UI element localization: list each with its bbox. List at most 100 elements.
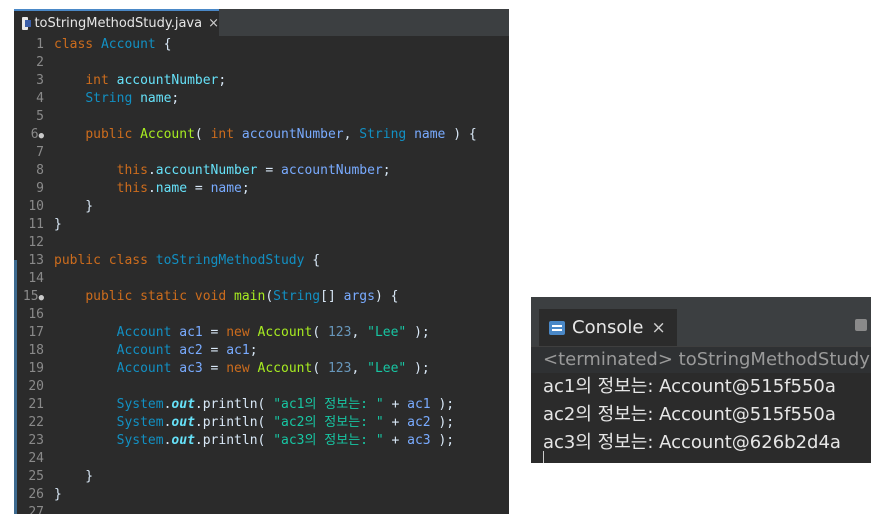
code-line[interactable]: 4 String name; — [14, 90, 509, 108]
line-number: 4 — [36, 91, 44, 106]
code-token: accountNumber — [155, 163, 258, 178]
editor-tab-bar: toStringMethodStudy.java × — [14, 9, 509, 36]
code-token: System — [116, 433, 164, 448]
code-line[interactable]: 23 System.out.println( "ac3의 정보는: " + ac… — [14, 432, 509, 450]
code-line[interactable]: 3 int accountNumber; — [14, 72, 509, 90]
code-line[interactable]: 27 — [14, 504, 509, 514]
code-line[interactable]: 2 — [14, 54, 509, 72]
code-line[interactable]: 8 this.accountNumber = accountNumber; — [14, 162, 509, 180]
code-text: String name; — [54, 90, 179, 108]
code-token: Account — [140, 127, 195, 142]
code-editor[interactable]: toStringMethodStudy.java × 1 class Accoun… — [14, 9, 509, 514]
code-token: public class — [54, 253, 156, 268]
code-line[interactable]: 10 } — [14, 198, 509, 216]
code-token: ; — [249, 343, 258, 358]
code-line[interactable]: 24 — [14, 450, 509, 468]
code-token: new — [226, 325, 258, 340]
code-text: } — [54, 216, 62, 234]
code-token: , — [351, 325, 368, 340]
code-line[interactable]: 21 System.out.println( "ac1의 정보는: " + ac… — [14, 396, 509, 414]
code-text: System.out.println( "ac1의 정보는: " + ac1 )… — [54, 396, 454, 414]
code-line[interactable]: 12 — [14, 234, 509, 252]
code-line[interactable]: 16 — [14, 306, 509, 324]
code-token: .println( — [194, 415, 274, 430]
code-token: name — [414, 127, 446, 142]
code-token: = — [187, 181, 211, 196]
code-line[interactable]: 22 System.out.println( "ac2의 정보는: " + ac… — [14, 414, 509, 432]
code-token: ); — [430, 433, 455, 448]
code-token: [] — [320, 289, 344, 304]
code-line[interactable]: 7 — [14, 144, 509, 162]
code-line[interactable]: 20 — [14, 378, 509, 396]
code-line[interactable]: 17 Account ac1 = new Account( 123, "Lee"… — [14, 324, 509, 342]
console-tab-title: Console — [572, 317, 644, 338]
code-token: "ac1의 정보는: " — [273, 397, 384, 412]
code-line[interactable]: 9 this.name = name; — [14, 180, 509, 198]
code-token: public static void — [85, 289, 235, 304]
line-number: 25 — [28, 469, 44, 484]
code-text: this.accountNumber = accountNumber; — [54, 162, 391, 180]
code-token: = — [202, 361, 227, 376]
code-token: ); — [430, 397, 455, 412]
code-token: out — [171, 415, 195, 430]
code-token: "ac3의 정보는: " — [273, 433, 384, 448]
code-token: name — [210, 181, 242, 196]
code-line[interactable]: 15● public static void main(String[] arg… — [14, 288, 509, 306]
minimize-icon[interactable] — [855, 319, 867, 331]
code-token: Account — [257, 325, 313, 340]
console-tab[interactable]: Console × — [539, 309, 677, 346]
line-number: 16 — [28, 307, 44, 322]
console-view: Console × <terminated> toStringMethodStu… — [531, 297, 871, 463]
console-output-line: ac2의 정보는: Account@515f550a — [543, 404, 836, 425]
code-token: int — [210, 127, 242, 142]
code-area[interactable]: 1 class Account {2 3 int accountNumber; 4 S… — [14, 36, 509, 514]
close-icon[interactable]: × — [651, 318, 665, 338]
code-token: ); — [406, 361, 430, 376]
code-token: .println( — [194, 433, 274, 448]
line-number: 23 — [28, 433, 44, 448]
line-number: 3 — [36, 73, 44, 88]
override-marker-icon: ● — [38, 131, 44, 141]
line-number: 14 — [28, 271, 44, 286]
code-token: ; — [382, 163, 391, 178]
close-icon[interactable]: × — [208, 16, 219, 31]
code-line[interactable]: 13 public class toStringMethodStudy { — [14, 252, 509, 270]
code-line[interactable]: 26} — [14, 486, 509, 504]
code-line[interactable]: 25 } — [14, 468, 509, 486]
line-number: 17 — [28, 325, 44, 340]
code-text: Account ac1 = new Account( 123, "Lee" ); — [54, 324, 430, 342]
code-text: public static void main(String[] args) { — [54, 288, 398, 306]
code-text: Account ac2 = ac1; — [54, 342, 258, 360]
editor-tab-title: toStringMethodStudy.java — [34, 16, 203, 31]
code-line[interactable]: 19 Account ac3 = new Account( 123, "Lee"… — [14, 360, 509, 378]
code-line[interactable]: 1 class Account { — [14, 36, 509, 54]
console-status: <terminated> toStringMethodStudy [ — [531, 346, 871, 373]
line-number: 26 — [28, 487, 44, 502]
code-text: } — [54, 486, 62, 504]
console-icon — [549, 320, 565, 335]
line-number: 10 — [28, 199, 44, 214]
code-line[interactable]: 5 — [14, 108, 509, 126]
code-text: } — [54, 468, 93, 486]
code-token: ac2 — [407, 415, 431, 430]
code-token: = — [202, 343, 227, 358]
editor-tab[interactable]: toStringMethodStudy.java × — [14, 9, 219, 36]
code-token: ac3 — [407, 433, 431, 448]
code-token: accountNumber — [241, 127, 344, 142]
code-line[interactable]: 14 — [14, 270, 509, 288]
code-text: int accountNumber; — [54, 72, 226, 90]
line-number: 13 — [28, 253, 44, 268]
code-token: Account — [257, 361, 313, 376]
console-output-line: ac1의 정보는: Account@515f550a — [543, 376, 836, 397]
code-line[interactable]: 18 Account ac2 = ac1; — [14, 342, 509, 360]
code-line[interactable]: 6● public Account( int accountNumber, St… — [14, 126, 509, 144]
code-token: + — [383, 397, 408, 412]
code-token: ac3 — [179, 361, 203, 376]
code-text: class Account { — [54, 36, 171, 54]
code-token: main — [234, 289, 266, 304]
code-line[interactable]: 11} — [14, 216, 509, 234]
